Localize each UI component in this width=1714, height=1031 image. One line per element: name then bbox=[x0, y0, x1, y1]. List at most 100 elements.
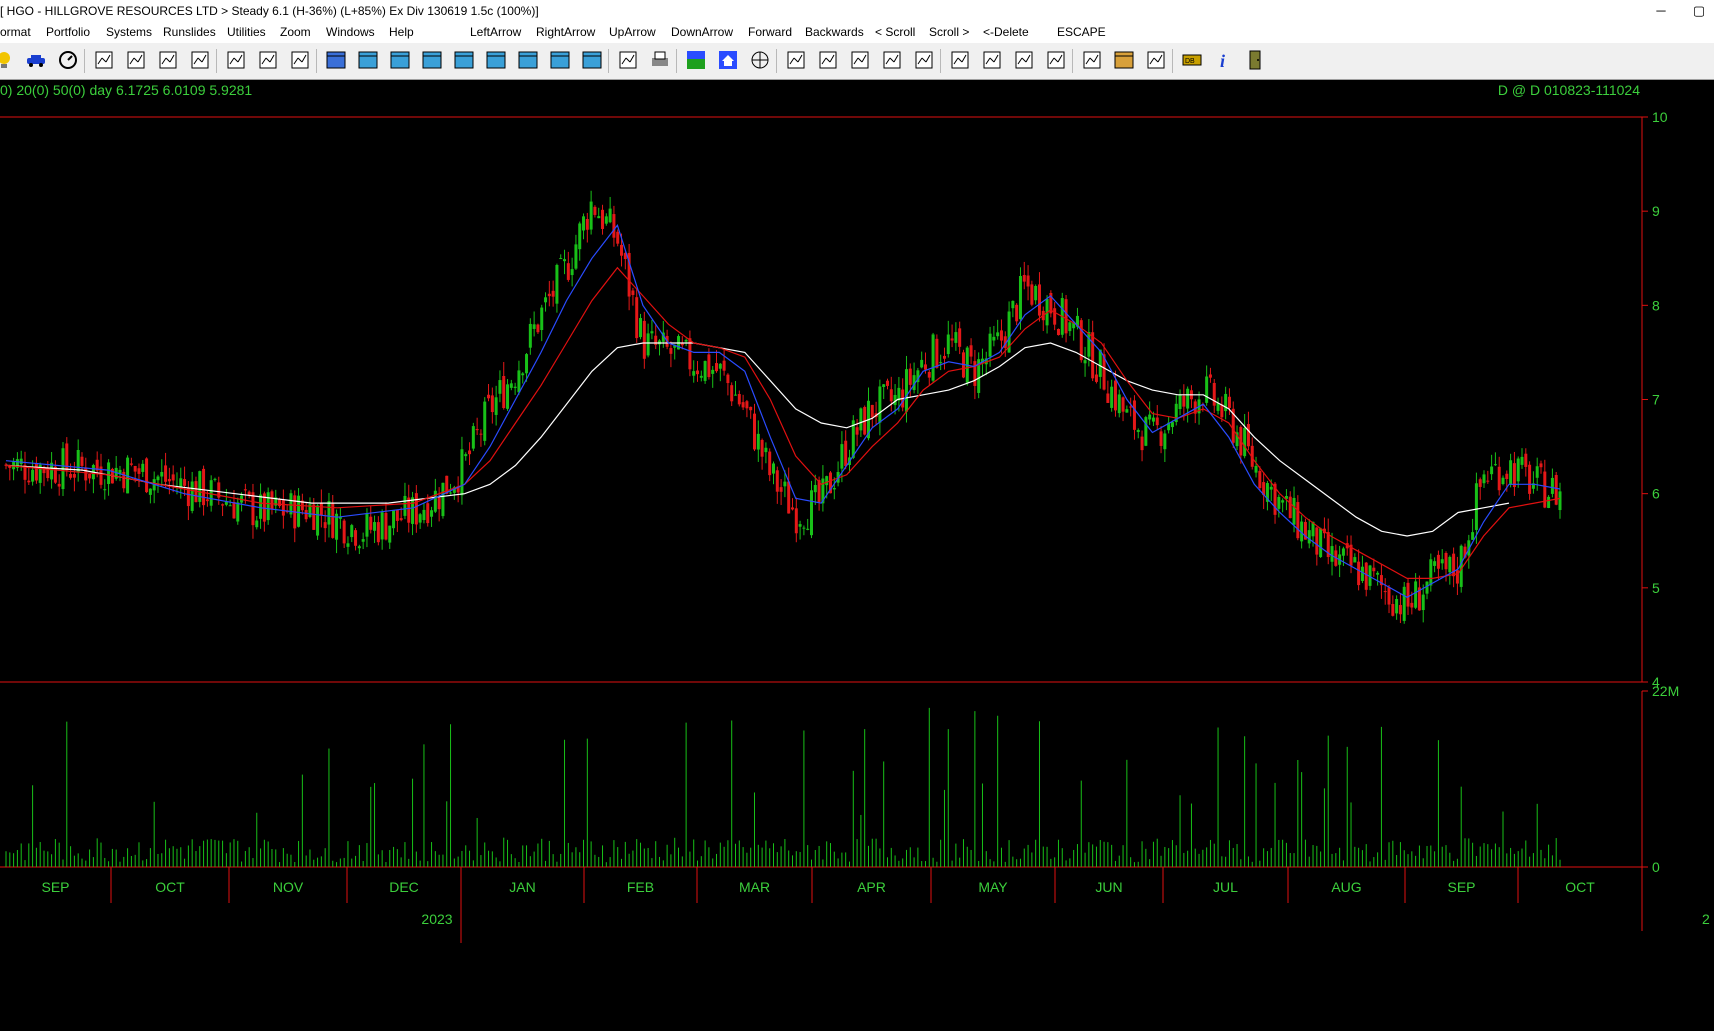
price-bar-body bbox=[411, 497, 415, 524]
menu-format[interactable]: ormat bbox=[0, 25, 31, 39]
menu-windows[interactable]: Windows bbox=[326, 25, 375, 39]
info-icon[interactable]: i bbox=[1212, 48, 1236, 72]
toolbar-separator bbox=[940, 49, 941, 73]
price-bar-body bbox=[1296, 502, 1300, 539]
price-bar-body bbox=[27, 480, 31, 483]
price-bar-body bbox=[148, 488, 152, 495]
menu-help[interactable]: Help bbox=[389, 25, 414, 39]
maximize-button[interactable]: ▢ bbox=[1684, 1, 1714, 21]
nav-scroll-right[interactable]: Scroll > bbox=[929, 25, 969, 39]
cascade-icon[interactable] bbox=[356, 48, 380, 72]
nav-forward[interactable]: Forward bbox=[748, 25, 792, 39]
price-bar-body bbox=[783, 481, 787, 487]
price-bar-body bbox=[787, 481, 791, 514]
price-bar-body bbox=[1064, 299, 1068, 334]
price-bar-body bbox=[1098, 349, 1102, 377]
dwm-icon[interactable] bbox=[948, 48, 972, 72]
price-bar-body bbox=[1497, 466, 1501, 491]
chart-area[interactable]: 0) 20(0) 50(0) day 6.1725 6.0109 5.9281 … bbox=[0, 80, 1714, 1031]
scroll-left-icon[interactable] bbox=[816, 48, 840, 72]
data-f12-icon[interactable] bbox=[1080, 48, 1104, 72]
printer-icon[interactable] bbox=[648, 48, 672, 72]
menu-runslides[interactable]: Runslides bbox=[163, 25, 216, 39]
toolbar-separator bbox=[216, 49, 217, 73]
price-bar-body bbox=[376, 522, 380, 543]
price-bar-body bbox=[703, 360, 707, 381]
price-bar-body bbox=[430, 510, 434, 517]
nav-down-arrow[interactable]: DownArrow bbox=[671, 25, 733, 39]
scroll-right-icon[interactable] bbox=[880, 48, 904, 72]
table-icon[interactable] bbox=[124, 48, 148, 72]
nav-delete[interactable]: <-Delete bbox=[983, 25, 1029, 39]
show-trade-icon[interactable] bbox=[1044, 48, 1068, 72]
price-bar-body bbox=[31, 469, 35, 482]
volume-tick-label: 0 bbox=[1652, 859, 1660, 875]
stats-icon[interactable] bbox=[288, 48, 312, 72]
candle-icon[interactable] bbox=[1012, 48, 1036, 72]
zoom-b-icon[interactable] bbox=[516, 48, 540, 72]
tile-horizontal-icon[interactable] bbox=[420, 48, 444, 72]
database-icon[interactable]: DB bbox=[1180, 48, 1204, 72]
price-bar-body bbox=[145, 458, 149, 493]
zoom-v-icon[interactable] bbox=[484, 48, 508, 72]
log-lin-icon[interactable] bbox=[980, 48, 1004, 72]
web-icon[interactable] bbox=[748, 48, 772, 72]
price-bar-body bbox=[1341, 548, 1345, 556]
price-bar-body bbox=[570, 269, 574, 276]
nav-scroll-left[interactable]: < Scroll bbox=[875, 25, 915, 39]
price-bar-body bbox=[696, 370, 700, 375]
price-bar-body bbox=[1478, 479, 1482, 487]
zoom-box-icon[interactable] bbox=[452, 48, 476, 72]
print-preview-icon[interactable] bbox=[616, 48, 640, 72]
price-bar-body bbox=[1482, 474, 1486, 484]
exit-icon[interactable] bbox=[1244, 48, 1268, 72]
minimize-button[interactable]: ─ bbox=[1646, 1, 1676, 21]
window-icon[interactable] bbox=[324, 48, 348, 72]
price-bar-body bbox=[213, 478, 217, 480]
price-bar-body bbox=[190, 481, 194, 511]
menu-zoom[interactable]: Zoom bbox=[280, 25, 311, 39]
menu-portfolio[interactable]: Portfolio bbox=[46, 25, 90, 39]
stack-icon[interactable] bbox=[580, 48, 604, 72]
dial-icon[interactable] bbox=[56, 48, 80, 72]
scroll-left-full-icon[interactable] bbox=[784, 48, 808, 72]
nav-up-arrow[interactable]: UpArrow bbox=[609, 25, 656, 39]
scroll-back-icon[interactable] bbox=[848, 48, 872, 72]
scroll-right-full-icon[interactable] bbox=[912, 48, 936, 72]
indicator-icon[interactable] bbox=[188, 48, 212, 72]
price-bar-body bbox=[1550, 477, 1554, 494]
map-icon[interactable] bbox=[684, 48, 708, 72]
price-tick-label: 5 bbox=[1652, 580, 1660, 596]
price-bar-body bbox=[1315, 527, 1319, 555]
price-bar-body bbox=[1205, 376, 1209, 403]
nav-backwards[interactable]: Backwards bbox=[805, 25, 864, 39]
price-bar-body bbox=[1383, 591, 1387, 593]
notes-icon[interactable] bbox=[1144, 48, 1168, 72]
pfolio-icon[interactable] bbox=[224, 48, 248, 72]
price-bar-body bbox=[597, 216, 601, 219]
nav-escape[interactable]: ESCAPE bbox=[1057, 25, 1106, 39]
price-tick-label: 8 bbox=[1652, 297, 1660, 313]
menu-systems[interactable]: Systems bbox=[106, 25, 152, 39]
draw-trend-icon[interactable] bbox=[156, 48, 180, 72]
home-icon[interactable] bbox=[716, 48, 740, 72]
grid-icon[interactable] bbox=[256, 48, 280, 72]
price-bar-body bbox=[1110, 386, 1114, 408]
price-bar-body bbox=[1387, 587, 1391, 605]
chart-options-icon[interactable] bbox=[92, 48, 116, 72]
overlay-icon[interactable] bbox=[548, 48, 572, 72]
bulb-icon[interactable] bbox=[0, 48, 16, 72]
price-bar-body bbox=[388, 525, 392, 543]
toolbar-separator bbox=[776, 49, 777, 73]
price-bar-body bbox=[509, 383, 513, 388]
tile-vertical-icon[interactable] bbox=[388, 48, 412, 72]
hj-icon[interactable] bbox=[1112, 48, 1136, 72]
price-bar-body bbox=[999, 330, 1003, 341]
toolbar-separator bbox=[316, 49, 317, 73]
car-icon[interactable] bbox=[24, 48, 48, 72]
nav-right-arrow[interactable]: RightArrow bbox=[536, 25, 595, 39]
nav-left-arrow[interactable]: LeftArrow bbox=[470, 25, 521, 39]
price-bar-body bbox=[1212, 382, 1216, 406]
date-range-readout: D @ D 010823-111024 bbox=[1498, 82, 1640, 98]
menu-utilities[interactable]: Utilities bbox=[227, 25, 266, 39]
